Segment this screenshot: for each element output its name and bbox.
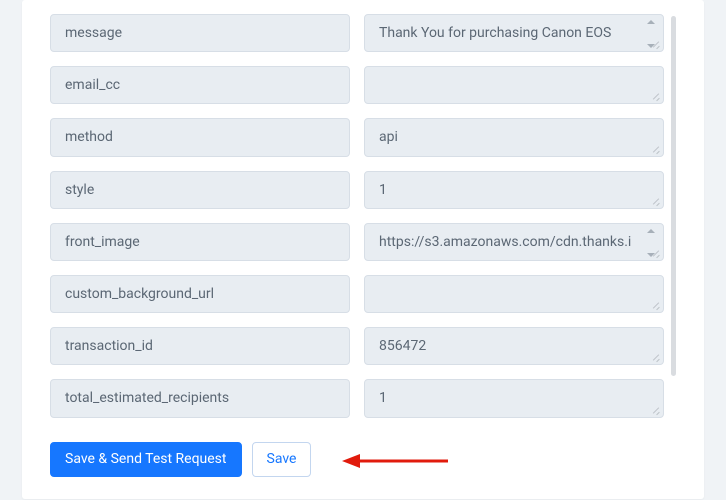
form-row-total-estimated-recipients: total_estimated_recipients 1 <box>50 379 664 417</box>
form-row-style: style 1 <box>50 171 664 209</box>
field-value[interactable]: 856472 <box>364 327 664 365</box>
button-bar: Save & Send Test Request Save <box>50 442 676 477</box>
save-send-test-button[interactable]: Save & Send Test Request <box>50 442 242 477</box>
stepper-icon <box>647 20 657 48</box>
resize-handle-icon <box>651 248 661 258</box>
field-value[interactable] <box>364 275 664 313</box>
field-value[interactable]: api <box>364 118 664 156</box>
form-row-custom-background-url: custom_background_url <box>50 275 664 313</box>
resize-handle-icon <box>651 144 661 154</box>
form-card: message Thank You for purchasing Canon E… <box>22 0 704 499</box>
form-row-method: method api <box>50 118 664 156</box>
field-value-text: Thank You for purchasing Canon EOS <box>379 24 611 42</box>
resize-handle-icon <box>651 300 661 310</box>
field-value-text: https://s3.amazonaws.com/cdn.thanks.i <box>379 233 631 251</box>
resize-handle-icon <box>651 196 661 206</box>
field-value-text: 856472 <box>379 337 426 355</box>
field-value-text: 1 <box>379 181 387 199</box>
field-value[interactable]: 1 <box>364 379 664 417</box>
field-key[interactable]: email_cc <box>50 66 350 104</box>
field-key[interactable]: total_estimated_recipients <box>50 379 350 417</box>
field-value-text: api <box>379 128 398 146</box>
field-key[interactable]: front_image <box>50 223 350 261</box>
field-value-text: 1 <box>379 389 387 407</box>
resize-handle-icon <box>651 405 661 415</box>
field-value[interactable]: 1 <box>364 171 664 209</box>
form-row-email-cc: email_cc <box>50 66 664 104</box>
save-button[interactable]: Save <box>252 442 312 477</box>
resize-handle-icon <box>651 39 661 49</box>
form-row-transaction-id: transaction_id 856472 <box>50 327 664 365</box>
form-rows: message Thank You for purchasing Canon E… <box>50 14 676 424</box>
form-scroll-area: message Thank You for purchasing Canon E… <box>50 14 676 424</box>
field-value[interactable]: https://s3.amazonaws.com/cdn.thanks.i <box>364 223 664 261</box>
field-key[interactable]: transaction_id <box>50 327 350 365</box>
resize-handle-icon <box>651 352 661 362</box>
field-value[interactable] <box>364 66 664 104</box>
form-row-message: message Thank You for purchasing Canon E… <box>50 14 664 52</box>
field-key[interactable]: message <box>50 14 350 52</box>
field-key[interactable]: style <box>50 171 350 209</box>
resize-handle-icon <box>651 91 661 101</box>
field-key[interactable]: method <box>50 118 350 156</box>
stepper-icon <box>647 229 657 257</box>
form-row-front-image: front_image https://s3.amazonaws.com/cdn… <box>50 223 664 261</box>
field-value[interactable]: Thank You for purchasing Canon EOS <box>364 14 664 52</box>
field-key[interactable]: custom_background_url <box>50 275 350 313</box>
